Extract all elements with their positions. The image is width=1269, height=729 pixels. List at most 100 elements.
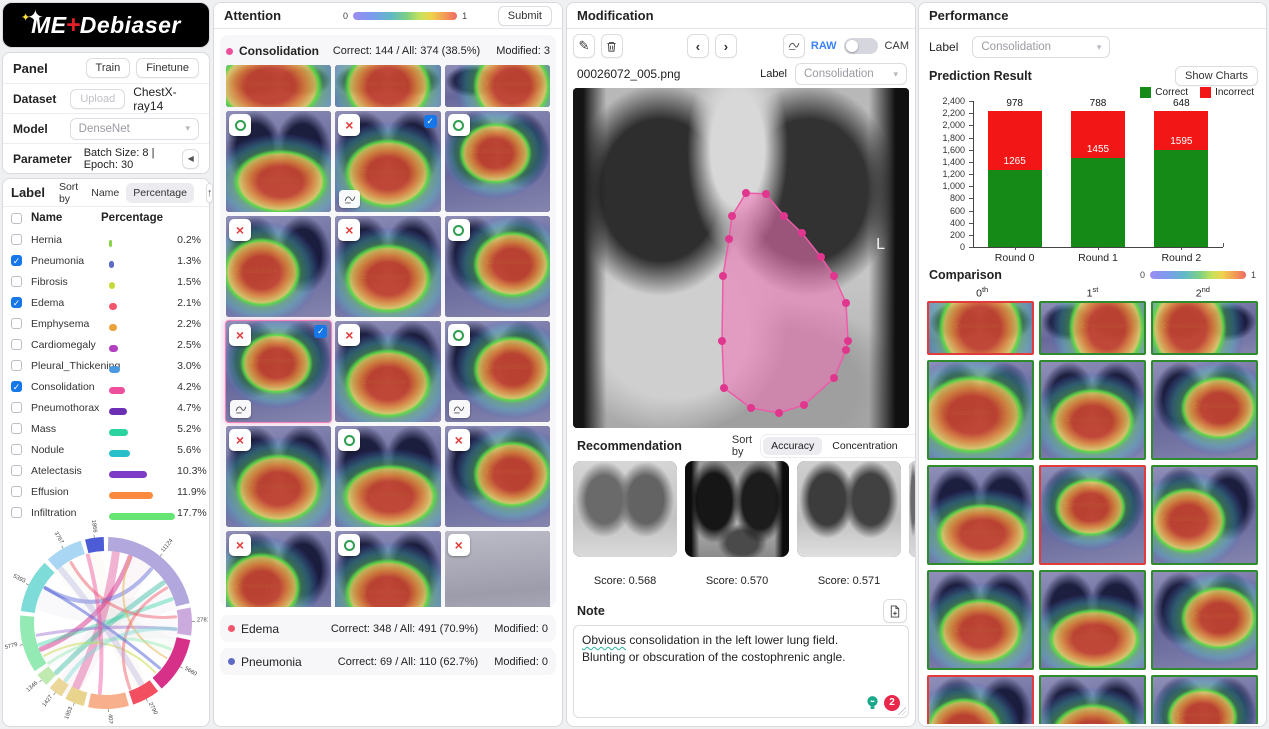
label-checkbox[interactable]: ✓ [11,297,22,308]
prev-image-button[interactable]: ‹ [687,34,709,58]
label-row[interactable]: Mass5.2% [3,418,209,439]
cam-thumbnail[interactable]: Consolidation [226,111,331,212]
cam-thumbnail[interactable]: Consolidation× [335,321,440,422]
sort-concentration-option[interactable]: Concentration [824,437,905,455]
main-xray-image[interactable]: L [573,88,909,428]
collapse-button[interactable]: ◀ [182,149,199,169]
label-checkbox[interactable]: ✓ [11,381,22,392]
label-name: Pleural_Thickening [31,360,109,372]
label-row[interactable]: Emphysema2.2% [3,313,209,334]
label-checkbox[interactable] [11,507,22,518]
annotation-polygon[interactable] [573,88,909,428]
sort-accuracy-option[interactable]: Accuracy [763,437,822,455]
cam-thumbnail[interactable]: Consolidation [1039,570,1146,670]
cam-thumbnail[interactable]: Consolidation [927,675,1034,724]
label-checkbox[interactable] [11,339,22,350]
group-name[interactable]: Consolidation [239,44,319,58]
label-checkbox[interactable] [11,465,22,476]
cam-thumbnail[interactable]: Consolidation [445,321,550,422]
cam-thumbnail[interactable]: Consolidation [1151,570,1258,670]
cam-thumbnail[interactable]: Consolidation [1039,301,1146,355]
cam-thumbnail[interactable]: Consolidation [335,531,440,607]
label-row[interactable]: Cardiomegaly2.5% [3,334,209,355]
label-checkbox[interactable] [11,444,22,455]
cam-thumbnail[interactable]: Consolidation [927,301,1034,355]
sort-name-button[interactable]: Name [84,183,126,203]
cam-thumbnail[interactable]: Consolidation [445,216,550,317]
cam-thumbnail[interactable]: Consolidation× [226,426,331,527]
finetune-button[interactable]: Finetune [136,58,199,78]
upload-button[interactable]: Upload [70,89,125,109]
percentage-value: 5.6% [177,444,201,456]
label-row[interactable]: Atelectasis10.3% [3,460,209,481]
recommended-image[interactable] [573,461,677,557]
attention-group-pneumonia[interactable]: Pneumonia Correct: 69 / All: 110 (62.7%)… [220,648,556,675]
label-checkbox[interactable] [11,360,22,371]
performance-label-select[interactable]: Consolidation▾ [972,36,1110,58]
cam-thumbnail[interactable]: Consolidation [1151,465,1258,565]
label-row[interactable]: Effusion11.9% [3,481,209,502]
label-row[interactable]: Fibrosis1.5% [3,271,209,292]
label-checkbox[interactable] [11,423,22,434]
label-checkbox[interactable] [11,276,22,287]
note-textarea[interactable]: Obvious consolidation in the left lower … [573,625,909,718]
cam-thumbnail[interactable]: Consolidation×✓ [226,321,331,422]
cam-thumbnail[interactable]: Consolidation [1039,360,1146,460]
cam-thumbnail[interactable]: Consolidation [445,65,550,107]
label-row[interactable]: Pneumothorax4.7% [3,397,209,418]
cam-thumbnail[interactable]: Consolidation [1039,675,1146,724]
cam-thumbnail[interactable]: Consolidation [1151,360,1258,460]
label-row[interactable]: Hernia0.2% [3,229,209,250]
cam-thumbnail[interactable]: Consolidation [226,65,331,107]
cam-thumbnail[interactable]: Consolidation [1039,465,1146,565]
select-all-checkbox[interactable] [11,213,22,224]
cam-thumbnail[interactable]: Consolidation×✓ [335,111,440,212]
raw-cam-toggle[interactable] [844,38,878,54]
next-image-button[interactable]: › [715,34,737,58]
suggestion-bulb-icon[interactable] [864,694,881,711]
cam-thumbnail[interactable]: × [445,531,550,607]
cam-thumbnail[interactable]: Consolidation× [226,216,331,317]
cam-thumbnail[interactable]: Consolidation [1151,675,1258,724]
label-checkbox[interactable] [11,234,22,245]
cam-thumbnail[interactable]: Consolidation [335,65,440,107]
label-checkbox[interactable] [11,486,22,497]
label-row[interactable]: Pleural_Thickening3.0% [3,355,209,376]
recommended-image-partial[interactable] [909,461,915,557]
sort-dependency-option[interactable]: Dependency [908,437,916,455]
cam-thumbnail[interactable]: Consolidation [927,360,1034,460]
resize-handle[interactable] [898,707,906,715]
label-checkbox[interactable] [11,402,22,413]
selected-checkbox[interactable]: ✓ [424,115,437,128]
train-button[interactable]: Train [86,58,131,78]
cam-thumbnail[interactable]: Consolidation [445,111,550,212]
label-checkbox[interactable]: ✓ [11,255,22,266]
model-select[interactable]: DenseNet▾ [70,118,199,140]
curve-tool-button[interactable] [783,34,805,58]
label-row[interactable]: ✓Consolidation4.2% [3,376,209,397]
selected-checkbox[interactable]: ✓ [314,325,327,338]
sort-percentage-button[interactable]: Percentage [126,183,194,203]
delete-button[interactable] [601,34,623,58]
show-charts-button[interactable]: Show Charts [1175,66,1258,86]
label-row[interactable]: ✓Edema2.1% [3,292,209,313]
cam-thumbnail[interactable]: Consolidation [927,465,1034,565]
new-note-button[interactable] [883,599,907,623]
cam-thumbnail[interactable]: Consolidation [1151,301,1258,355]
cam-thumbnail[interactable]: Consolidation× [445,426,550,527]
draw-button[interactable]: ✎ [573,34,595,58]
y-tick-label: 1,400 [931,157,965,167]
submit-button[interactable]: Submit [498,6,552,26]
recommended-image[interactable] [685,461,789,557]
image-label-select[interactable]: Consolidation▾ [795,63,907,85]
cam-thumbnail[interactable]: Consolidation× [335,216,440,317]
label-checkbox[interactable] [11,318,22,329]
edited-icon [449,400,470,418]
label-row[interactable]: Nodule5.6% [3,439,209,460]
label-row[interactable]: ✓Pneumonia1.3% [3,250,209,271]
cam-thumbnail[interactable]: Consolidation [335,426,440,527]
recommended-image[interactable] [797,461,901,557]
cam-thumbnail[interactable]: Consolidation [927,570,1034,670]
attention-group-edema[interactable]: Edema Correct: 348 / All: 491 (70.9%) Mo… [220,615,556,642]
cam-thumbnail[interactable]: Consolidation× [226,531,331,607]
